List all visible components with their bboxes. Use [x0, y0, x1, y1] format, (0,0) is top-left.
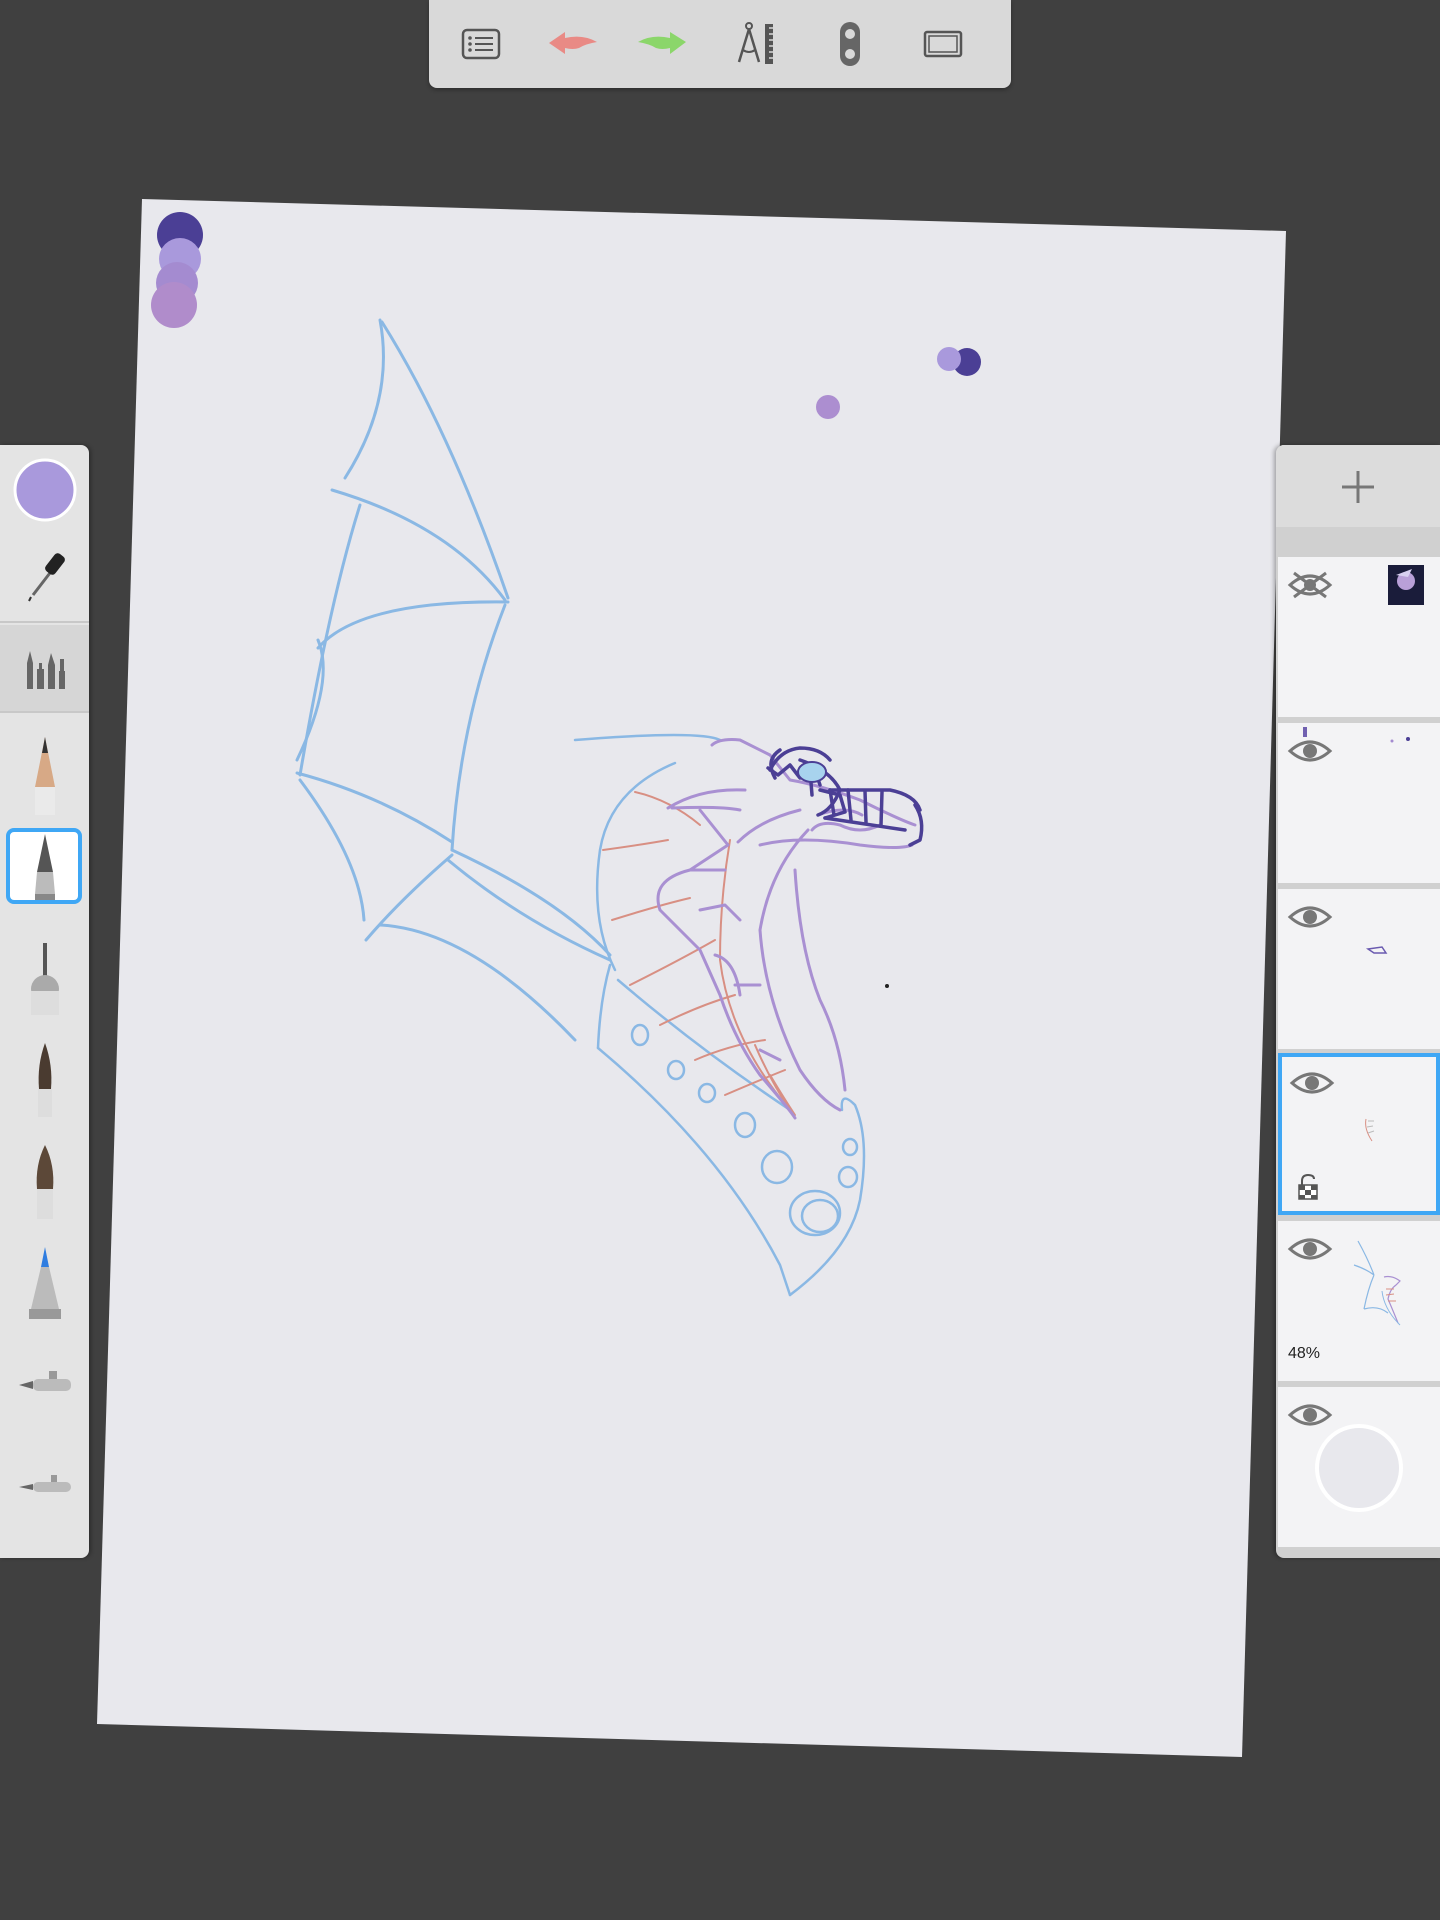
pencil-icon — [34, 737, 55, 815]
eye — [797, 761, 827, 783]
color-swatch[interactable] — [0, 457, 89, 523]
layer-4[interactable] — [1278, 1053, 1440, 1215]
eye-icon[interactable] — [1286, 735, 1334, 767]
stray-dot — [937, 347, 961, 371]
ballpoint-pen-tool[interactable] — [0, 828, 89, 904]
unlock-icon[interactable] — [1296, 1173, 1320, 1201]
paintbrush-tool[interactable] — [0, 1035, 89, 1123]
layers-panel: 48% — [1276, 445, 1440, 1558]
add-layer-button[interactable] — [1276, 445, 1440, 527]
airbrush-small-icon — [18, 1475, 71, 1492]
brush-library-icon — [26, 651, 65, 689]
list-icon — [461, 28, 501, 60]
felt-tip-icon — [28, 1247, 61, 1319]
paintbrush-icon — [37, 1043, 52, 1117]
current-color-circle — [13, 458, 76, 522]
plus-icon — [1342, 471, 1374, 503]
background-color-swatch[interactable] — [1314, 1423, 1404, 1513]
layer-background[interactable] — [1278, 1387, 1440, 1547]
marker-icon — [30, 943, 59, 1015]
layer-thumbnail — [1365, 1118, 1375, 1142]
redo-arrow-icon — [638, 32, 686, 54]
layer-2[interactable] — [1278, 723, 1440, 883]
stray-dot — [953, 348, 981, 376]
stray-dot — [816, 395, 840, 419]
felt-tip-tool[interactable] — [0, 1239, 89, 1327]
layer-thumbnail — [1390, 737, 1410, 743]
symmetry-icon — [840, 22, 860, 66]
stray-dot — [885, 984, 889, 988]
undo-arrow-icon — [549, 32, 597, 54]
menu-list-button[interactable] — [449, 16, 513, 72]
head-sketch — [656, 738, 917, 1120]
frame-icon — [923, 30, 963, 58]
top-toolbar — [429, 0, 1011, 88]
brush-library-button[interactable] — [0, 625, 89, 711]
neck-sketch — [573, 733, 866, 1297]
paper — [97, 199, 1286, 1757]
marker-tool[interactable] — [0, 933, 89, 1021]
guides-button[interactable] — [725, 16, 789, 72]
color-history-dot — [156, 262, 198, 304]
layer-thumbnail — [1365, 946, 1388, 954]
eye-hidden-icon[interactable] — [1286, 569, 1334, 601]
brush-palette — [0, 445, 89, 1558]
layer-thumbnail — [1353, 1240, 1401, 1326]
layer-thumbnail — [1388, 565, 1424, 605]
eye-icon[interactable] — [1288, 1067, 1336, 1099]
eyedropper-icon — [27, 553, 65, 602]
color-history-dot — [157, 212, 203, 258]
layer-5[interactable]: 48% — [1278, 1221, 1440, 1381]
head-outline — [766, 746, 924, 847]
belly-sketch — [602, 791, 796, 1116]
color-history-dot — [159, 238, 201, 280]
layer-3[interactable] — [1278, 889, 1440, 1049]
symmetry-button[interactable] — [818, 16, 882, 72]
layer-1[interactable] — [1278, 557, 1440, 717]
airbrush-small-tool[interactable] — [0, 1443, 89, 1531]
drawing-canvas[interactable] — [0, 0, 1440, 1920]
flat-brush-icon — [36, 1145, 53, 1219]
eye-icon[interactable] — [1286, 1233, 1334, 1265]
ballpoint-pen-icon — [34, 834, 55, 900]
airbrush-icon — [18, 1371, 71, 1391]
redo-button[interactable] — [632, 16, 696, 72]
compass-ruler-icon — [737, 22, 773, 64]
eye-icon[interactable] — [1286, 901, 1334, 933]
layer-marker-icon — [1303, 727, 1307, 737]
airbrush-tool[interactable] — [0, 1341, 89, 1429]
wing-sketch — [295, 318, 612, 1042]
eyedropper-button[interactable] — [0, 535, 89, 607]
color-history-dot — [151, 282, 197, 328]
undo-button[interactable] — [539, 16, 603, 72]
layer-opacity-label: 48% — [1288, 1345, 1321, 1362]
flat-brush-tool[interactable] — [0, 1137, 89, 1225]
pencil-tool[interactable] — [0, 725, 89, 821]
fullscreen-button[interactable] — [911, 16, 975, 72]
